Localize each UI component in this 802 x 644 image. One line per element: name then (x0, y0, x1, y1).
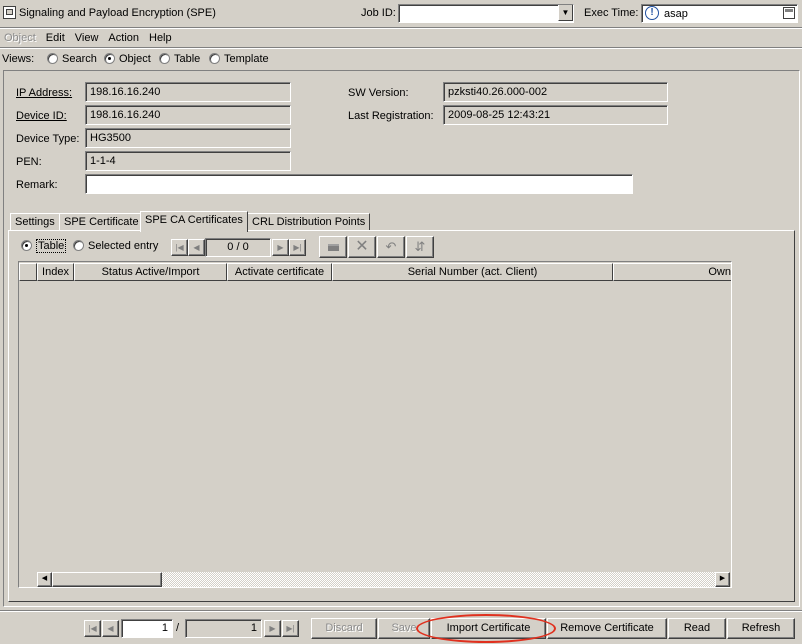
clear-icon[interactable]: ⇵ (406, 236, 434, 258)
next-record-icon[interactable]: ▶ (272, 239, 289, 256)
window-title: Signaling and Payload Encryption (SPE) (19, 7, 216, 19)
discard-button[interactable]: Discard (311, 618, 377, 639)
scrollbar-thumb[interactable] (52, 572, 162, 587)
exec-time-field[interactable]: ! asap (641, 4, 798, 23)
device-id-label[interactable]: Device ID: (16, 110, 67, 122)
column-header-serial[interactable]: Serial Number (act. Client) (332, 263, 613, 281)
radio-icon (209, 53, 220, 64)
delete-icon[interactable]: ✕ (348, 236, 376, 258)
info-icon: ! (645, 6, 659, 20)
remark-input[interactable] (85, 174, 633, 194)
sw-version-label: SW Version: (348, 87, 409, 99)
certificate-table (18, 261, 732, 588)
next-page-icon[interactable]: ▶ (264, 620, 281, 637)
window-icon (3, 6, 16, 19)
calendar-icon[interactable] (783, 7, 795, 19)
device-id-field: 198.16.16.240 (85, 105, 291, 125)
page-separator: / (176, 622, 180, 634)
job-id-label: Job ID: (361, 7, 396, 19)
tab-settings[interactable]: Settings (10, 213, 60, 231)
subview-radio-selected-entry[interactable]: Selected entry (73, 240, 158, 252)
row-header-corner (19, 263, 37, 281)
first-page-icon[interactable]: |◀ (84, 620, 101, 637)
column-header-owner[interactable]: Own (613, 263, 731, 281)
ip-address-label[interactable]: IP Address: (16, 87, 72, 99)
page-total-field: 1 (185, 619, 262, 638)
radio-icon (104, 53, 115, 64)
record-counter: 0 / 0 (205, 238, 271, 257)
last-registration-label: Last Registration: (348, 110, 434, 122)
menu-separator (0, 47, 802, 49)
column-header-status[interactable]: Status Active/Import (74, 263, 227, 281)
read-button[interactable]: Read (668, 618, 726, 639)
sw-version-field: pzksti40.26.000-002 (443, 82, 668, 102)
radio-icon (159, 53, 170, 64)
exec-time-label: Exec Time: (584, 7, 639, 19)
job-id-combobox[interactable]: ▼ (398, 4, 574, 23)
tab-crl-distribution-points[interactable]: CRL Distribution Points (247, 213, 371, 231)
views-label: Views: (2, 53, 35, 65)
remove-certificate-button[interactable]: Remove Certificate (547, 618, 667, 639)
first-record-icon[interactable]: |◀ (171, 239, 188, 256)
menu-action[interactable]: Action (108, 32, 139, 44)
radio-icon (21, 240, 32, 251)
last-registration-field: 2009-08-25 12:43:21 (443, 105, 668, 125)
page-current-input[interactable]: 1 (121, 619, 173, 638)
pen-label: PEN: (16, 156, 42, 168)
bottom-separator (0, 610, 802, 612)
views-radio-template[interactable]: Template (209, 53, 269, 65)
remark-label: Remark: (16, 179, 58, 191)
menu-edit[interactable]: Edit (46, 32, 65, 44)
scroll-left-icon[interactable]: ◀ (37, 572, 52, 587)
radio-icon (47, 53, 58, 64)
subview-radio-table[interactable]: Table (21, 239, 67, 253)
tab-spe-certificate[interactable]: SPE Certificate (59, 213, 144, 231)
column-header-index[interactable]: Index (37, 263, 74, 281)
tab-spe-ca-certificates[interactable]: SPE CA Certificates (140, 211, 248, 232)
device-type-field: HG3500 (85, 128, 291, 148)
refresh-button[interactable]: Refresh (727, 618, 795, 639)
last-record-icon[interactable]: ▶| (289, 239, 306, 256)
folder-icon[interactable] (319, 236, 347, 258)
scroll-right-icon[interactable]: ▶ (715, 572, 730, 587)
radio-icon (73, 240, 84, 251)
chevron-down-icon[interactable]: ▼ (558, 5, 573, 21)
menu-view[interactable]: View (75, 32, 99, 44)
last-page-icon[interactable]: ▶| (282, 620, 299, 637)
views-radio-object[interactable]: Object (104, 53, 151, 65)
device-type-label: Device Type: (16, 133, 80, 145)
menu-object[interactable]: Object (4, 32, 36, 44)
undo-icon[interactable]: ↶ (377, 236, 405, 258)
prev-page-icon[interactable]: ◀ (102, 620, 119, 637)
menu-bar: Object Edit View Action Help (4, 32, 182, 44)
views-radio-table[interactable]: Table (159, 53, 200, 65)
views-radio-search[interactable]: Search (47, 53, 97, 65)
highlight-ellipse (416, 614, 556, 643)
pen-field: 1-1-4 (85, 151, 291, 171)
menu-help[interactable]: Help (149, 32, 172, 44)
title-separator (0, 27, 802, 29)
column-header-activate[interactable]: Activate certificate (227, 263, 332, 281)
prev-record-icon[interactable]: ◀ (188, 239, 205, 256)
ip-address-field: 198.16.16.240 (85, 82, 291, 102)
